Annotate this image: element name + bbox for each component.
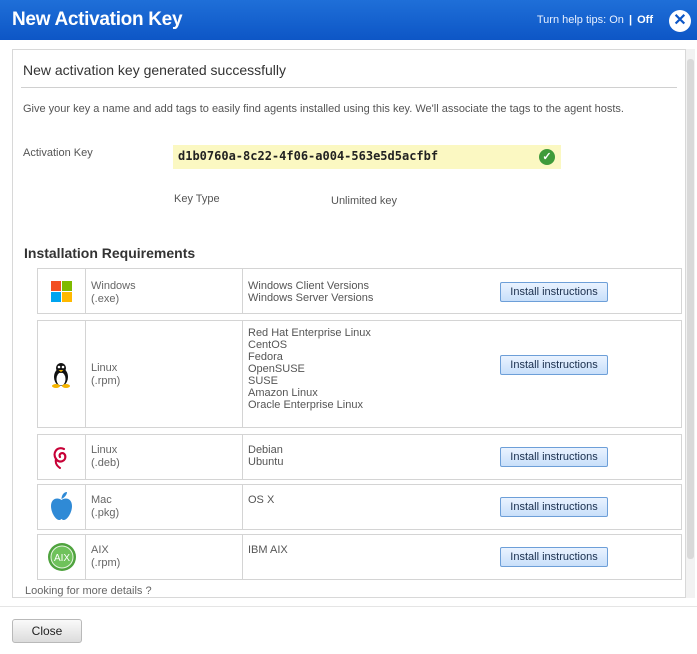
activation-key-value: d1b0760a-8c22-4f06-a004-563e5d5acfbf [178,149,439,163]
requirement-row-linux-rpm: Linux (.rpm) Red Hat Enterprise Linux Ce… [37,320,682,428]
activation-key-field[interactable]: d1b0760a-8c22-4f06-a004-563e5d5acfbf ✓ [173,145,561,169]
activation-key-label: Activation Key [23,147,93,159]
version-item: Debian [248,444,283,456]
version-item: Ubuntu [248,456,284,468]
version-item: SUSE [248,375,278,387]
os-package: (.rpm) [91,557,121,569]
os-package: (.exe) [91,293,120,305]
requirement-row-aix: AIX AIX (.rpm) IBM AIX Install instructi… [37,534,682,580]
debian-swirl-icon [53,447,67,469]
requirement-row-linux-deb: Linux (.deb) Debian Ubuntu Install instr… [37,434,682,480]
version-item: Oracle Enterprise Linux [248,399,363,411]
os-versions: OS X [248,485,498,529]
version-item: Amazon Linux [248,387,318,399]
os-package: (.deb) [91,457,120,469]
install-instructions-button-aix[interactable]: Install instructions [500,547,608,567]
key-type-value: Unlimited key [331,195,398,207]
os-versions: Debian Ubuntu [248,435,498,479]
linux-penguin-icon [52,363,70,388]
apple-icon [51,492,72,520]
install-instructions-button-linux-deb[interactable]: Install instructions [500,447,608,467]
version-item: Fedora [248,351,283,363]
install-instructions-button-windows[interactable]: Install instructions [500,282,608,302]
help-tips-on[interactable]: On [609,14,624,26]
dialog-body: New activation key generated successfull… [12,49,686,598]
help-tips-toggle: Turn help tips: On | Off [537,14,653,26]
footer-divider [0,606,697,607]
divider [21,87,677,88]
installation-requirements-title: Installation Requirements [24,245,196,261]
os-package: (.pkg) [91,507,120,519]
success-message: New activation key generated successfull… [23,62,287,78]
install-instructions-button-mac[interactable]: Install instructions [500,497,608,517]
scrollbar[interactable] [686,49,695,598]
version-item: Windows Server Versions [248,292,374,304]
more-details-link[interactable]: Looking for more details ? [25,585,152,597]
aix-icon-text: AIX [54,553,70,564]
scrollbar-thumb[interactable] [687,59,694,559]
requirement-row-windows: Windows (.exe) Windows Client Versions W… [37,268,682,314]
os-name: Windows [91,280,136,292]
dialog-header: New Activation Key Turn help tips: On | … [0,0,697,40]
close-icon[interactable]: ✕ [669,10,691,32]
version-item: OS X [248,494,275,506]
version-item: Red Hat Enterprise Linux [248,327,371,339]
windows-icon [51,281,72,302]
os-name: Mac [91,494,112,506]
os-versions: Windows Client Versions Windows Server V… [248,269,498,313]
version-item: OpenSUSE [248,363,305,375]
help-tips-label: Turn help tips: [536,14,607,26]
version-item: IBM AIX [248,544,288,556]
key-type-label: Key Type [174,193,220,205]
install-instructions-button-linux-rpm[interactable]: Install instructions [500,355,608,375]
os-package: (.rpm) [91,375,121,387]
check-icon: ✓ [539,149,555,165]
info-text: Give your key a name and add tags to eas… [23,103,624,115]
requirement-row-mac: Mac (.pkg) OS X Install instructions [37,484,682,530]
os-name: Linux [91,444,118,456]
dialog-title: New Activation Key [12,9,183,30]
help-tips-separator: | [628,14,633,26]
aix-icon: AIX [48,543,76,571]
os-name: AIX [91,544,109,556]
os-versions: Red Hat Enterprise Linux CentOS Fedora O… [248,321,498,427]
help-tips-off[interactable]: Off [637,14,653,26]
os-versions: IBM AIX [248,535,498,579]
close-button[interactable]: Close [12,619,82,643]
version-item: Windows Client Versions [248,280,370,292]
os-name: Linux [91,362,118,374]
version-item: CentOS [248,339,288,351]
